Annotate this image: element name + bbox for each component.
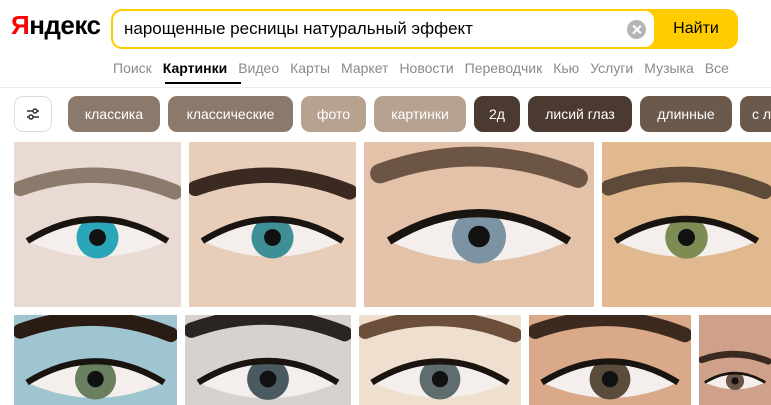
chip-6[interactable]: длинные: [640, 96, 732, 132]
nav-item-news[interactable]: Новости: [399, 60, 453, 76]
eye-photo-illustration: [364, 142, 594, 307]
filter-sliders-icon: [27, 108, 39, 120]
eye-photo-illustration: [699, 315, 771, 405]
image-result[interactable]: [14, 315, 177, 405]
clear-icon[interactable]: [627, 20, 646, 39]
image-result[interactable]: [359, 315, 521, 405]
image-result[interactable]: [364, 142, 594, 307]
nav-item-video[interactable]: Видео: [238, 60, 279, 76]
image-result[interactable]: [185, 315, 351, 405]
eye-photo-illustration: [185, 315, 351, 405]
chip-5[interactable]: лисий глаз: [528, 96, 632, 132]
nav-item-music[interactable]: Музыка: [644, 60, 694, 76]
yandex-logo[interactable]: Яндекс: [11, 10, 101, 41]
active-tab-underline: [165, 82, 241, 84]
search-input[interactable]: [124, 11, 624, 47]
nav-item-search[interactable]: Поиск: [113, 60, 152, 76]
image-result[interactable]: [529, 315, 691, 405]
filters-button[interactable]: [14, 96, 52, 132]
search-field: [113, 11, 654, 47]
nav-item-services[interactable]: Услуги: [590, 60, 633, 76]
image-result[interactable]: [602, 142, 771, 307]
nav-item-market[interactable]: Маркет: [341, 60, 388, 76]
image-result[interactable]: [699, 315, 771, 405]
search-bar: Найти: [111, 9, 738, 49]
chip-7[interactable]: с л: [740, 96, 771, 132]
chip-3[interactable]: картинки: [374, 96, 466, 132]
eye-photo-illustration: [602, 142, 771, 307]
eye-photo-illustration: [14, 315, 177, 405]
chip-1[interactable]: классические: [168, 96, 293, 132]
nav-item-maps[interactable]: Карты: [290, 60, 330, 76]
image-result[interactable]: [189, 142, 356, 307]
chip-0[interactable]: классика: [68, 96, 160, 132]
nav-item-all[interactable]: Все: [705, 60, 729, 76]
nav-item-translate[interactable]: Переводчик: [465, 60, 543, 76]
eye-photo-illustration: [189, 142, 356, 307]
chip-2[interactable]: фото: [301, 96, 366, 132]
nav-item-q[interactable]: Кью: [553, 60, 579, 76]
eye-photo-illustration: [529, 315, 691, 405]
nav-item-images[interactable]: Картинки: [163, 60, 227, 76]
chip-4[interactable]: 2д: [474, 96, 520, 132]
search-button[interactable]: Найти: [654, 11, 736, 47]
logo-rest: ндекс: [29, 10, 101, 40]
header: Яндекс Найти Поиск Картинки Видео Карты Марк…: [0, 0, 771, 88]
image-results-grid: [0, 140, 771, 405]
image-result[interactable]: [14, 142, 181, 307]
logo-first-letter: Я: [11, 10, 30, 40]
eye-photo-illustration: [359, 315, 521, 405]
services-nav: Поиск Картинки Видео Карты Маркет Новости Пере…: [113, 60, 740, 84]
eye-photo-illustration: [14, 142, 181, 307]
